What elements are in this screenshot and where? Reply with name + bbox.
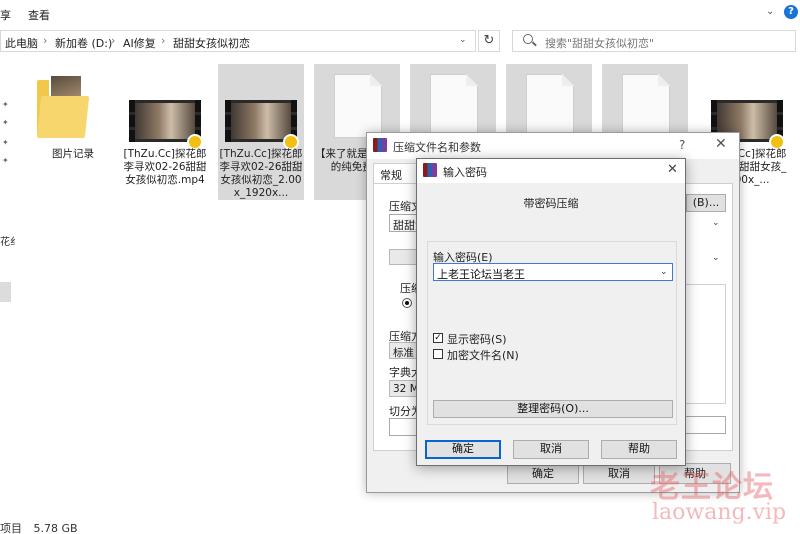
breadcrumb-drive[interactable]: 新加卷 (D:)	[55, 35, 112, 51]
breadcrumb-separator-icon[interactable]: ›	[111, 34, 115, 47]
breadcrumb-current-folder[interactable]: 甜甜女孩似初恋	[173, 35, 250, 51]
file-name: 图片记录	[52, 148, 94, 160]
tab-general[interactable]: 常规	[373, 163, 417, 183]
file-item-folder[interactable]: 图片记录	[30, 64, 116, 200]
folder-icon	[36, 74, 90, 138]
document-icon	[430, 74, 478, 138]
document-icon	[526, 74, 574, 138]
ribbon-expand-chevron-icon[interactable]: ⌄	[766, 6, 774, 17]
winrar-icon	[423, 163, 437, 177]
video-thumbnail-icon	[225, 100, 299, 150]
status-item-count: 项目	[0, 522, 22, 534]
file-name: [ThZu.Cc]探花郎李寻欢02-26甜甜女孩似初恋.mp4	[123, 148, 207, 186]
dialog-heading: 带密码压缩	[523, 197, 579, 210]
archive-name-dropdown-icon[interactable]: ⌄	[712, 218, 720, 228]
nav-selected-item[interactable]	[0, 282, 11, 302]
file-item-video[interactable]: [ThZu.Cc]探花郎李寻欢02-26甜甜女孩似初恋.mp4	[122, 64, 208, 200]
profile-dropdown-icon[interactable]: ⌄	[712, 253, 720, 263]
refresh-button[interactable]: ↻	[478, 30, 500, 52]
pin-icon[interactable]: ✦	[2, 118, 10, 127]
cancel-button[interactable]: 取消	[513, 440, 589, 459]
pin-icon[interactable]: ✦	[2, 156, 10, 165]
show-password-checkbox[interactable]: ✓	[433, 333, 443, 343]
address-bar[interactable]: 此电脑 › 新加卷 (D:) › AI修复 › 甜甜女孩似初恋 ⌄	[0, 30, 476, 52]
ribbon-tab-share[interactable]: 享	[0, 7, 11, 23]
help-icon[interactable]: ?	[679, 138, 685, 152]
format-rar-radio[interactable]	[402, 298, 412, 308]
cancel-button[interactable]: 取消	[583, 463, 655, 484]
help-button[interactable]: 帮助	[601, 440, 677, 459]
browse-button[interactable]: (B)...	[686, 194, 726, 212]
ribbon-tab-view[interactable]: 查看	[28, 7, 50, 23]
status-bar: 项目 5.78 GB	[0, 520, 78, 534]
address-history-chevron-icon[interactable]: ⌄	[459, 35, 467, 45]
file-item-video-selected[interactable]: [ThZu.Cc]探花郎李寻欢02-26甜甜女孩似初恋_2.00x_1920x.…	[218, 64, 304, 200]
password-value: 上老王论坛当老王	[437, 268, 525, 281]
extra-input[interactable]	[684, 416, 726, 434]
dialog-titlebar[interactable]: 压缩文件名和参数 ? ✕	[367, 133, 739, 159]
password-dialog: 输入密码 ✕ 带密码压缩 输入密码(E) 上老王论坛当老王 ⌄ ✓ 显示密码(S…	[416, 158, 686, 466]
breadcrumb-separator-icon[interactable]: ›	[161, 34, 165, 47]
pin-icon[interactable]: ✦	[2, 100, 10, 109]
winrar-icon	[373, 138, 387, 152]
search-placeholder: 搜索"甜甜女孩似初恋"	[545, 37, 655, 50]
file-name: [ThZu.Cc]探花郎李寻欢02-26甜甜女孩似初恋_2.00x_1920x.…	[219, 148, 303, 199]
search-box[interactable]: 搜索"甜甜女孩似初恋"	[512, 30, 796, 52]
close-icon[interactable]: ✕	[667, 162, 678, 177]
close-icon[interactable]: ✕	[715, 136, 727, 152]
breadcrumb-separator-icon[interactable]: ›	[43, 34, 47, 47]
breadcrumb-this-pc[interactable]: 此电脑	[5, 35, 38, 51]
show-password-label[interactable]: 显示密码(S)	[447, 331, 507, 347]
dialog-titlebar[interactable]: 输入密码 ✕	[417, 159, 685, 183]
document-icon	[334, 74, 382, 138]
encrypt-file-names-checkbox[interactable]	[433, 349, 443, 359]
search-icon	[523, 34, 533, 44]
ok-button[interactable]: 确定	[507, 463, 579, 484]
video-thumbnail-icon	[129, 100, 203, 150]
dialog-title: 输入密码	[443, 166, 487, 179]
password-history-chevron-icon[interactable]: ⌄	[660, 267, 668, 277]
nav-item-partial[interactable]: 花纟	[0, 233, 20, 248]
breadcrumb-ai-repair[interactable]: AI修复	[123, 35, 156, 51]
ribbon-bar: 享 查看 ⌄ ?	[0, 0, 800, 26]
status-size: 5.78 GB	[33, 522, 78, 534]
organize-passwords-button[interactable]: 整理密码(O)...	[433, 400, 673, 418]
pin-icon[interactable]: ✦	[2, 138, 10, 147]
password-input[interactable]: 上老王论坛当老王 ⌄	[433, 263, 673, 281]
options-list[interactable]	[684, 284, 726, 404]
question-icon[interactable]: ?	[784, 5, 798, 19]
document-icon	[622, 74, 670, 138]
ok-button[interactable]: 确定	[425, 440, 501, 459]
encrypt-file-names-label[interactable]: 加密文件名(N)	[447, 347, 519, 363]
watermark-url: laowang.vip	[652, 500, 787, 525]
dialog-title: 压缩文件名和参数	[393, 141, 481, 154]
